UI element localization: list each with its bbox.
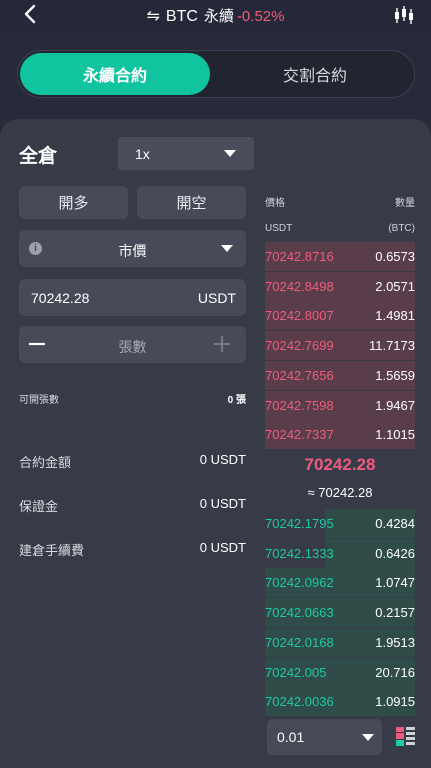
bid-qty: 0.2157 (375, 605, 415, 621)
bid-qty: 1.0915 (375, 694, 415, 710)
market-title[interactable]: ⇋ BTC 永續 -0.52% (0, 5, 431, 26)
depth-select[interactable]: 0.01 (267, 719, 382, 755)
ask-price: 70242.8716 (265, 249, 334, 264)
ask-qty: 2.0571 (375, 278, 415, 294)
ask-row[interactable]: 70242.7656 1.5659 (265, 360, 415, 390)
orderbook-qty-unit: (BTC) (388, 223, 415, 234)
bid-price: 70242.0168 (265, 634, 334, 650)
margin-value: 0 USDT (199, 496, 246, 511)
open-short-button[interactable]: 開空 (137, 186, 246, 219)
ask-price: 70242.7699 (265, 338, 334, 354)
contract-amount-row: 合約金額 0 USDT (19, 452, 246, 471)
candlestick-icon[interactable] (393, 4, 415, 26)
ask-row[interactable]: 70242.7598 1.9467 (265, 390, 415, 420)
trading-panel: 全倉 1x 開多 開空 i 市價 70242.28 USDT 張數 可開張數 0… (0, 119, 431, 768)
contract-tabs: 永續合約 交割合約 (17, 50, 415, 98)
ask-row[interactable]: 70242.7699 11.7173 (265, 331, 415, 361)
bid-row[interactable]: 70242.0962 1.0747 (265, 568, 415, 598)
margin-row: 保證金 0 USDT (19, 496, 246, 515)
leverage-select[interactable]: 1x (118, 137, 254, 170)
available-value: 0 張 (227, 395, 246, 406)
ask-price: 70242.7337 (265, 427, 334, 443)
bid-row[interactable]: 70242.0036 1.0915 (265, 687, 415, 717)
depth-step-value: 0.01 (277, 729, 305, 745)
price-unit: USDT (197, 290, 236, 306)
ask-qty: 1.9467 (375, 397, 415, 413)
ask-qty: 0.6573 (375, 249, 415, 264)
bid-qty: 0.4284 (375, 516, 415, 531)
swap-icon[interactable]: ⇋ (147, 8, 160, 25)
price-input[interactable]: 70242.28 USDT (19, 279, 246, 316)
bid-price: 70242.0962 (265, 575, 334, 591)
bid-row[interactable]: 70242.005 20.716 (265, 657, 415, 687)
ask-row[interactable]: 70242.7337 1.1015 (265, 420, 415, 450)
price-value: 70242.28 (31, 290, 90, 306)
ask-row[interactable]: 70242.8716 0.6573 (265, 242, 415, 271)
ask-qty: 1.1015 (375, 427, 415, 443)
bid-qty: 20.716 (375, 664, 415, 680)
tab-delivery[interactable]: 交割合約 (220, 53, 410, 95)
bid-qty: 1.0747 (375, 575, 415, 591)
bid-qty: 0.6426 (375, 545, 415, 561)
quantity-stepper: 張數 (19, 326, 246, 363)
orderbook-price-unit: USDT (265, 223, 293, 234)
bid-price: 70242.0663 (265, 605, 334, 621)
ask-row[interactable]: 70242.8498 2.0571 (265, 271, 415, 301)
bid-row[interactable]: 70242.1795 0.4284 (265, 509, 415, 538)
tab-perpetual[interactable]: 永續合約 (20, 53, 210, 95)
ask-qty: 11.7173 (368, 338, 415, 354)
ask-price: 70242.8007 (265, 308, 334, 324)
caret-down-icon (362, 734, 374, 741)
open-fee-label: 建倉手續費 (19, 543, 85, 558)
margin-mode[interactable]: 全倉 (19, 141, 57, 168)
margin-label: 保證金 (19, 499, 59, 514)
orderbook-layout-icon[interactable] (396, 727, 415, 746)
ask-qty: 1.5659 (375, 367, 415, 383)
bid-row[interactable]: 70242.0168 1.9513 (265, 627, 415, 657)
open-fee-row: 建倉手續費 0 USDT (19, 540, 246, 559)
orderbook-qty-header: 數量 (395, 198, 415, 209)
open-fee-value: 0 USDT (199, 540, 246, 555)
index-price: ≈ 70242.28 (307, 485, 373, 500)
ask-row[interactable]: 70242.8007 1.4981 (265, 301, 415, 331)
price-change: -0.52% (236, 8, 285, 25)
bid-price: 70242.1795 (265, 516, 334, 531)
open-long-button[interactable]: 開多 (19, 186, 128, 219)
contract-type: 永續 (203, 8, 234, 25)
market-symbol: BTC (165, 8, 198, 25)
ask-qty: 1.4981 (375, 308, 415, 324)
order-type-select[interactable]: i 市價 (19, 230, 246, 267)
bid-price: 70242.1333 (265, 545, 334, 561)
bid-qty: 1.9513 (375, 634, 415, 650)
top-bar: ⇋ BTC 永續 -0.52% (0, 0, 431, 30)
bid-price: 70242.0036 (265, 694, 334, 710)
contract-amount-label: 合約金額 (19, 455, 72, 470)
caret-down-icon (221, 245, 233, 252)
contract-amount-value: 0 USDT (199, 452, 246, 467)
ask-price: 70242.8498 (265, 278, 334, 294)
bid-row[interactable]: 70242.1333 0.6426 (265, 538, 415, 568)
ask-price: 70242.7598 (265, 397, 334, 413)
available-label: 可開張數 (19, 395, 59, 406)
caret-down-icon (224, 150, 236, 157)
plus-icon[interactable] (212, 334, 232, 354)
orderbook-price-header: 價格 (265, 198, 285, 209)
ask-price: 70242.7656 (265, 367, 334, 383)
last-price: 70242.28 (304, 455, 376, 474)
bid-price: 70242.005 (265, 664, 327, 680)
bid-row[interactable]: 70242.0663 0.2157 (265, 598, 415, 628)
order-type-value: 市價 (118, 243, 147, 259)
leverage-value: 1x (135, 146, 150, 162)
